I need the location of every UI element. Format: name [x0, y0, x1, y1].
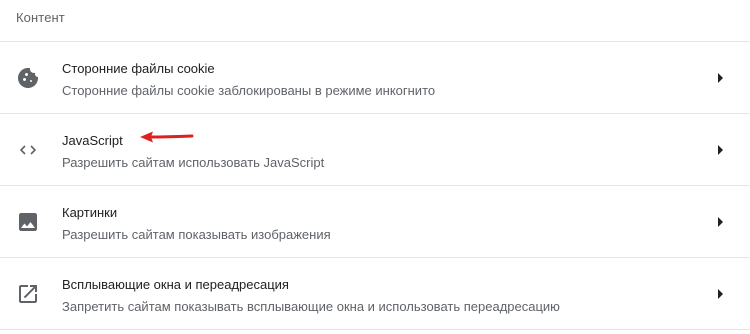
section-title: Контент	[16, 10, 65, 25]
open-in-new-icon	[16, 282, 40, 306]
row-title: Всплывающие окна и переадресация	[62, 277, 289, 292]
row-third-party-cookies[interactable]: Сторонние файлы cookie Сторонние файлы c…	[0, 42, 750, 114]
row-subtitle: Сторонние файлы cookie заблокированы в р…	[62, 83, 436, 98]
row-javascript[interactable]: JavaScript Разрешить сайтам использовать…	[0, 114, 750, 186]
cookie-icon	[16, 66, 40, 90]
image-icon	[16, 210, 40, 234]
chevron-right-icon	[717, 216, 725, 228]
content-settings-list: Сторонние файлы cookie Сторонние файлы c…	[0, 41, 750, 330]
settings-page: Контент Сторонние файлы cookie Сторонние…	[0, 0, 750, 334]
row-title: Сторонние файлы cookie	[62, 61, 215, 76]
row-popups-redirects[interactable]: Всплывающие окна и переадресация Запрети…	[0, 258, 750, 330]
chevron-right-icon	[717, 72, 725, 84]
row-images[interactable]: Картинки Разрешить сайтам показывать изо…	[0, 186, 750, 258]
red-arrow-annotation-icon	[138, 130, 194, 144]
chevron-right-icon	[717, 288, 725, 300]
row-title: Картинки	[62, 205, 118, 220]
chevron-right-icon	[717, 144, 725, 156]
code-icon	[16, 138, 40, 162]
row-subtitle: Разрешить сайтам использовать JavaScript	[62, 155, 325, 170]
row-subtitle: Запретить сайтам показывать всплывающие …	[62, 299, 560, 314]
row-subtitle: Разрешить сайтам показывать изображения	[62, 227, 331, 242]
